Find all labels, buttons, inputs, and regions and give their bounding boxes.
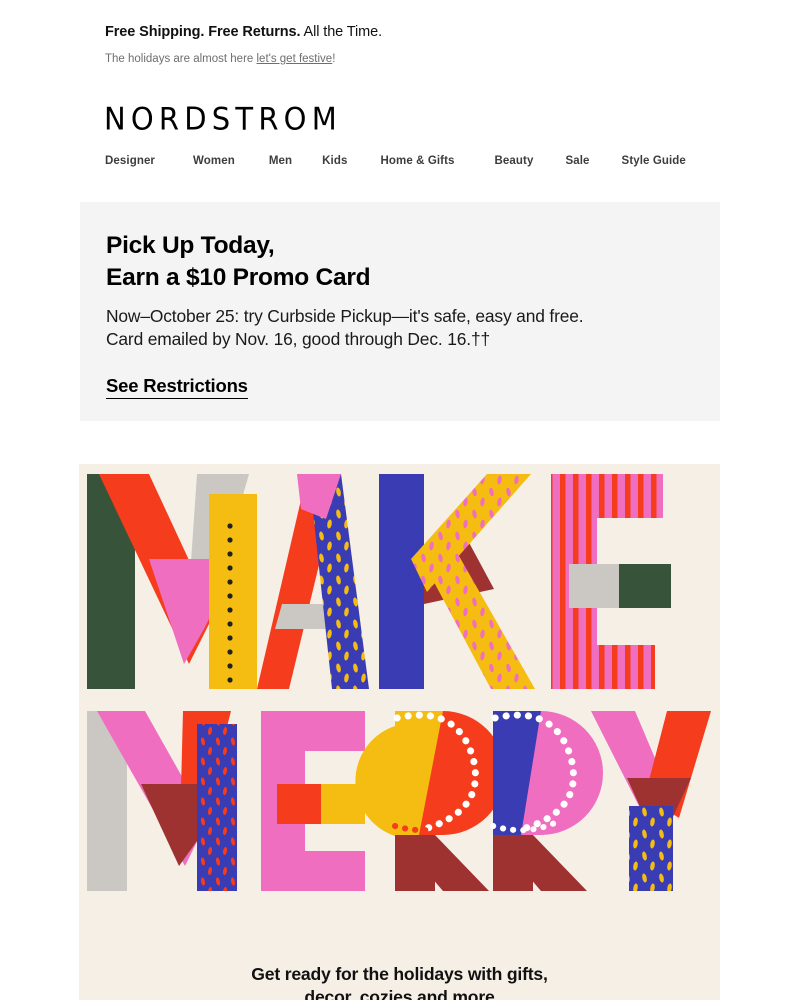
email-page: Free Shipping. Free Returns. All the Tim…: [0, 0, 800, 1000]
make-merry-hero[interactable]: Get ready for the holidays with gifts, d…: [79, 464, 720, 1000]
nav-item-style-guide[interactable]: Style Guide: [622, 155, 686, 167]
nav-item-beauty[interactable]: Beauty: [495, 155, 534, 167]
promo-body: Now–October 25: try Curbside Pickup—it's…: [106, 305, 700, 351]
hero-caption: Get ready for the holidays with gifts, d…: [79, 963, 720, 1000]
hero-caption-line1: Get ready for the holidays with gifts,: [251, 964, 548, 984]
free-shipping-bold: Free Shipping. Free Returns.: [105, 24, 301, 40]
promo-heading: Pick Up Today, Earn a $10 Promo Card: [106, 230, 700, 294]
holiday-line: The holidays are almost here let's get f…: [105, 53, 725, 65]
promo-body-line1: Now–October 25: try Curbside Pickup—it's…: [106, 305, 584, 326]
nav-item-designer[interactable]: Designer: [105, 155, 155, 167]
nav-item-women[interactable]: Women: [193, 155, 235, 167]
nordstrom-logo[interactable]: NORDSTROM: [104, 103, 342, 135]
pickup-promo-banner: Pick Up Today, Earn a $10 Promo Card Now…: [80, 202, 720, 421]
nav-item-men[interactable]: Men: [269, 155, 292, 167]
free-shipping-line: Free Shipping. Free Returns. All the Tim…: [105, 24, 725, 40]
nav-item-kids[interactable]: Kids: [322, 155, 347, 167]
letter-e-2: [261, 711, 365, 891]
letter-e-1: [551, 474, 671, 689]
holiday-prefix: The holidays are almost here: [105, 53, 257, 65]
promo-heading-line1: Pick Up Today,: [106, 232, 275, 259]
lets-get-festive-link[interactable]: let's get festive: [257, 53, 333, 65]
hero-caption-line2: decor, cozies and more: [304, 986, 495, 1000]
see-restrictions-link[interactable]: See Restrictions: [106, 375, 248, 399]
promo-heading-line2: Earn a $10 Promo Card: [106, 263, 371, 291]
nav-item-home-gifts[interactable]: Home & Gifts: [380, 155, 454, 167]
top-promo-bar: Free Shipping. Free Returns. All the Tim…: [105, 24, 725, 65]
promo-body-line2: Card emailed by Nov. 16, good through De…: [106, 328, 491, 349]
make-merry-artwork: [79, 464, 720, 964]
holiday-suffix: !: [332, 53, 336, 65]
main-navigation: Designer Women Men Kids Home & Gifts Bea…: [105, 155, 725, 167]
free-shipping-rest: All the Time.: [300, 24, 383, 40]
nav-item-sale[interactable]: Sale: [565, 155, 589, 167]
